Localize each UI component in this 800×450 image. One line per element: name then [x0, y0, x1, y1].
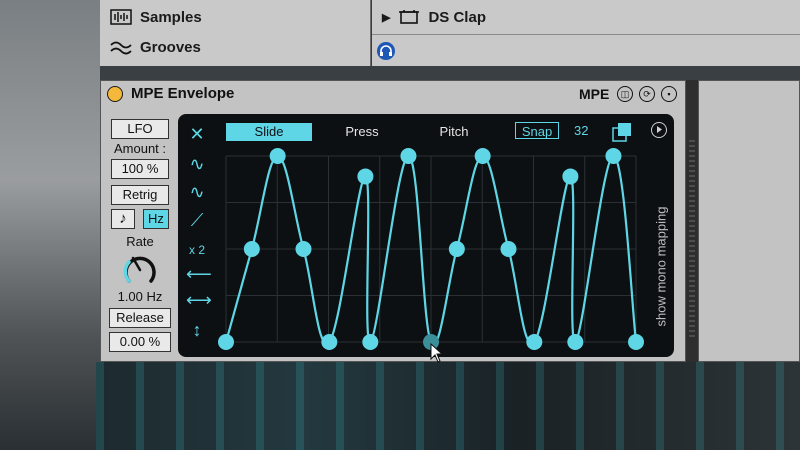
- device-power-button[interactable]: [107, 86, 123, 102]
- clear-icon[interactable]: ✕: [186, 124, 208, 144]
- copy-icon[interactable]: [612, 122, 632, 142]
- envelope-breakpoint[interactable]: [218, 334, 234, 350]
- envelope-breakpoint[interactable]: [474, 148, 491, 164]
- release-field[interactable]: 0.00 %: [109, 332, 171, 352]
- show-mono-mapping-label: show mono mapping: [653, 206, 669, 327]
- envelope-breakpoint[interactable]: [269, 148, 286, 164]
- next-device-panel: [698, 80, 800, 362]
- browser-item-label: DS Clap: [428, 8, 486, 26]
- envelope-breakpoint[interactable]: [562, 168, 579, 185]
- sine-shape-icon[interactable]: ∿: [186, 154, 208, 174]
- browser-row-ds-clap[interactable]: ▶ DS Clap: [382, 6, 486, 28]
- envelope-breakpoint[interactable]: [567, 334, 584, 350]
- headphone-icon[interactable]: [376, 41, 396, 61]
- browser-categories: Samples Grooves: [100, 0, 371, 66]
- double-button[interactable]: x 2: [186, 240, 208, 260]
- tilde-icon: [110, 41, 132, 55]
- device-title-bar[interactable]: MPE Envelope MPE ◫ ⟳ ▪: [101, 81, 685, 107]
- browser-item-label: Samples: [140, 8, 202, 26]
- envelope-graph[interactable]: [218, 148, 644, 350]
- mpe-label: MPE: [579, 86, 610, 102]
- envelope-breakpoint[interactable]: [448, 241, 465, 257]
- envelope-breakpoint[interactable]: [526, 334, 543, 350]
- amount-field[interactable]: 100 %: [111, 159, 169, 179]
- wave-shape-icon[interactable]: ∿: [186, 182, 208, 202]
- envelope-breakpoint[interactable]: [357, 168, 374, 185]
- retrig-button[interactable]: Retrig: [111, 185, 169, 205]
- device-title: MPE Envelope: [131, 85, 235, 102]
- browser-content: ▶ DS Clap: [372, 0, 800, 66]
- mode-selector[interactable]: LFO: [111, 119, 169, 139]
- play-triangle-icon: [657, 126, 662, 133]
- envelope-breakpoint[interactable]: [400, 148, 417, 164]
- waveform-icon: [110, 9, 132, 25]
- envelope-breakpoint[interactable]: [628, 334, 644, 350]
- mpe-envelope-device: MPE Envelope MPE ◫ ⟳ ▪ LFO Amount : 100 …: [100, 80, 686, 362]
- tab-pitch[interactable]: Pitch: [426, 123, 482, 141]
- note-sync-button[interactable]: ♪: [111, 209, 135, 229]
- rate-value: 1.00 Hz: [117, 289, 163, 304]
- envelope-breakpoint[interactable]: [243, 241, 260, 257]
- browser-item-grooves[interactable]: Grooves: [110, 36, 201, 58]
- stretch-vertical-icon[interactable]: ↕: [186, 320, 208, 340]
- browser-divider: [372, 34, 800, 35]
- mouse-cursor-icon: [430, 343, 444, 363]
- tab-slide[interactable]: Slide: [226, 123, 312, 141]
- hot-swap-icon[interactable]: ⟳: [639, 86, 655, 102]
- envelope-display: ✕ ∿ ∿ ⟋ x 2 ⟵ ⟷ ↕ Slide Press Pitch Snap…: [178, 114, 674, 357]
- rate-label: Rate: [126, 234, 154, 249]
- hz-button[interactable]: Hz: [143, 209, 169, 229]
- tab-press[interactable]: Press: [328, 123, 396, 141]
- drum-rack-icon: [399, 10, 420, 24]
- release-label[interactable]: Release: [109, 308, 171, 328]
- envelope-breakpoint[interactable]: [362, 334, 379, 350]
- envelope-grid: [225, 155, 637, 343]
- grid-size[interactable]: 32: [574, 123, 588, 138]
- show-mono-mapping-toggle[interactable]: show mono mapping: [646, 154, 669, 334]
- envelope-breakpoint[interactable]: [500, 241, 517, 257]
- browser-item-label: Grooves: [140, 38, 201, 56]
- browser-item-samples[interactable]: Samples: [110, 6, 202, 28]
- envelope-breakpoint[interactable]: [321, 334, 338, 350]
- mpe-settings-icon[interactable]: ◫: [617, 86, 633, 102]
- ramp-shape-icon[interactable]: ⟋: [186, 210, 208, 230]
- stretch-horizontal-icon[interactable]: ⟷: [186, 290, 212, 310]
- snap-button[interactable]: Snap: [515, 122, 559, 139]
- tool-column: ✕ ∿ ∿ ⟋ x 2 ⟵ ⟷ ↕: [178, 114, 218, 357]
- expand-triangle-icon[interactable]: ▶: [382, 11, 390, 24]
- envelope-breakpoint[interactable]: [295, 241, 312, 257]
- rate-knob[interactable]: [123, 253, 157, 287]
- shift-left-icon[interactable]: ⟵: [186, 264, 212, 284]
- background-left-blur: [0, 0, 100, 450]
- play-icon[interactable]: [651, 122, 667, 138]
- save-preset-icon[interactable]: ▪: [661, 86, 677, 102]
- amount-label: Amount :: [113, 141, 167, 156]
- background-clip-area: [96, 362, 800, 450]
- scroll-handle[interactable]: [689, 140, 695, 340]
- envelope-breakpoint[interactable]: [605, 148, 622, 164]
